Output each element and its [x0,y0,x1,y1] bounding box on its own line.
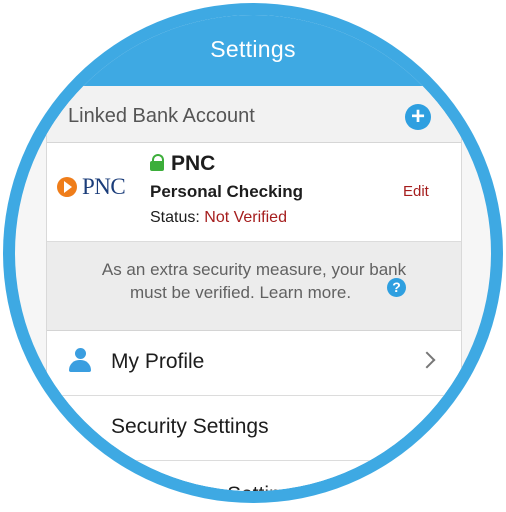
account-type: Personal Checking [150,182,304,201]
circular-frame: Settings Linked Bank Account + PNC PNC P… [3,3,503,503]
menu-item-partial[interactable]: Settings [47,461,461,491]
settings-list: Linked Bank Account + PNC PNC Personal C… [46,86,462,491]
question-circle-icon[interactable]: ? [387,278,406,297]
menu-item-security-settings[interactable]: Security Settings [47,396,461,461]
lock-icon [150,154,164,171]
plus-circle-icon: + [410,103,425,130]
bank-logo-text: PNC [82,174,126,199]
notice-line-1: As an extra security measure, your bank [101,260,407,279]
menu-item-label: My Profile [111,350,205,373]
status-row: Status: Not Verified [150,209,287,227]
menu-item-label: Settings [227,483,303,491]
chevron-right-icon [418,351,436,369]
page-title: Settings [210,36,296,62]
menu-item-my-profile[interactable]: My Profile [47,331,461,396]
bank-name: PNC [171,152,216,175]
person-icon [69,348,91,374]
menu-item-label: Security Settings [111,415,269,438]
status-value: Not Verified [204,209,287,226]
status-label: Status: [150,209,200,226]
linked-bank-section-header: Linked Bank Account + [47,86,461,143]
circular-viewport: Settings Linked Bank Account + PNC PNC P… [15,15,491,491]
app-screen: Settings Linked Bank Account + PNC PNC P… [15,15,491,491]
bank-logo: PNC [57,174,137,204]
pnc-logo-icon [57,177,77,197]
add-bank-button[interactable]: + [405,104,431,130]
app-header: Settings [15,15,491,86]
notice-line-2[interactable]: must be verified. Learn more. [130,283,351,303]
edit-bank-link[interactable]: Edit [403,183,429,200]
linked-bank-card: PNC PNC Personal Checking Status: Not Ve… [47,143,461,242]
section-title: Linked Bank Account [68,105,255,127]
